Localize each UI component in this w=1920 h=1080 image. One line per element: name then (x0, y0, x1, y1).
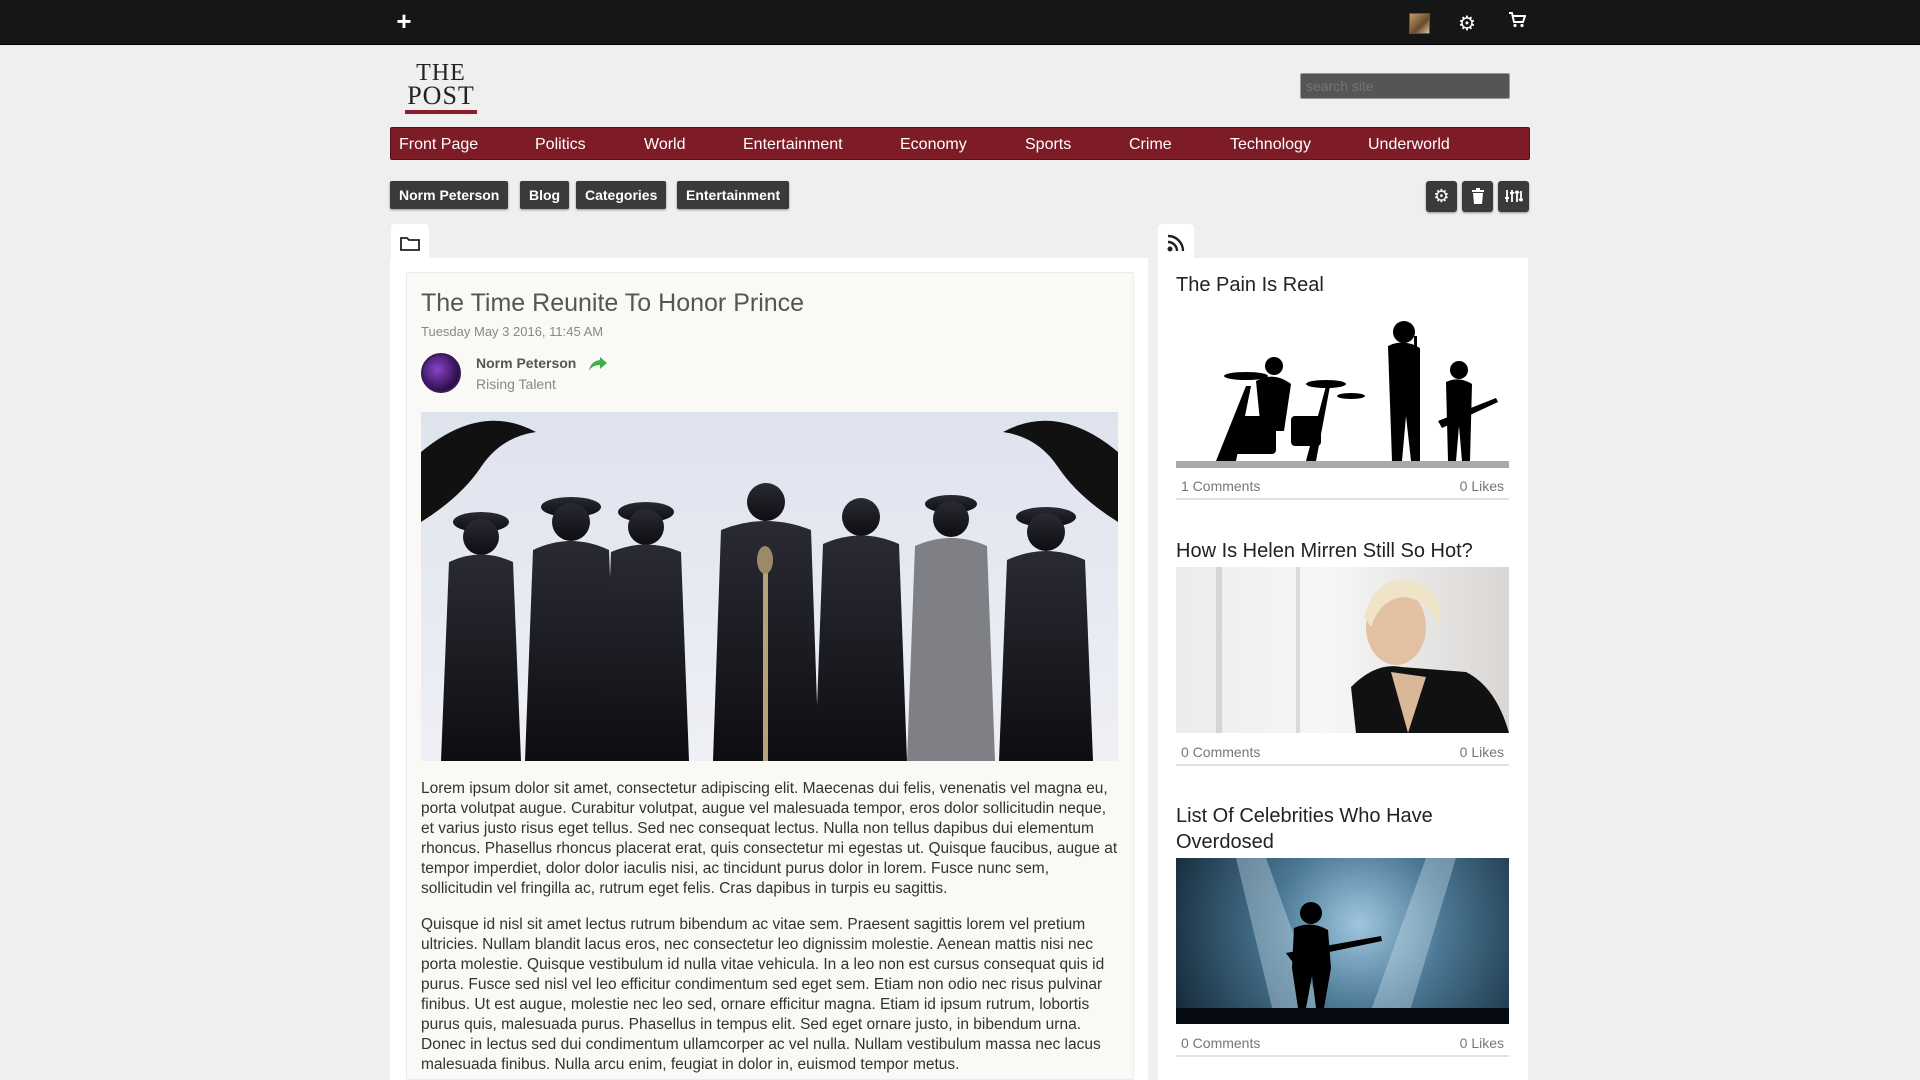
breadcrumb-blog[interactable]: Blog (520, 181, 570, 209)
nav-item-entertainment[interactable]: Entertainment (743, 136, 843, 154)
feed-tab[interactable] (1158, 224, 1194, 260)
site-logo[interactable]: THE POST (405, 61, 477, 114)
likes-count[interactable]: 0 Likes (1460, 744, 1504, 760)
sidebar-item-meta: 1 Comments 0 Likes (1176, 478, 1509, 500)
article-paragraph: Lorem ipsum dolor sit amet, consectetur … (421, 780, 1118, 897)
sidebar-item-image[interactable] (1176, 306, 1509, 468)
sidebar-item-title[interactable]: How Is Helen Mirren Still So Hot? (1176, 538, 1506, 564)
user-avatar[interactable] (1409, 13, 1430, 34)
sidebar-item-image[interactable] (1176, 567, 1509, 733)
search-input[interactable] (1300, 73, 1510, 99)
comments-count[interactable]: 0 Comments (1181, 1035, 1260, 1051)
author-name[interactable]: Norm Peterson (476, 355, 576, 371)
nav-item-economy[interactable]: Economy (900, 136, 967, 154)
logo-underline (405, 110, 477, 114)
article-title: The Time Reunite To Honor Prince (421, 289, 805, 317)
likes-count[interactable]: 0 Likes (1460, 478, 1504, 494)
folder-icon (400, 237, 420, 251)
share-icon[interactable] (588, 356, 608, 377)
rss-icon (1167, 234, 1185, 252)
articles-tab[interactable] (391, 224, 429, 260)
breadcrumb-norm-peterson[interactable]: Norm Peterson (390, 181, 509, 209)
top-bar: + ⚙ (0, 0, 1920, 45)
sidebar-item-image[interactable] (1176, 858, 1509, 1024)
sidebar-item-title[interactable]: The Pain Is Real (1176, 272, 1506, 298)
likes-count[interactable]: 0 Likes (1460, 1035, 1504, 1051)
sort-icon[interactable] (1498, 181, 1529, 212)
nav-item-sports[interactable]: Sports (1025, 136, 1071, 154)
plus-icon[interactable]: + (392, 8, 416, 34)
comments-count[interactable]: 1 Comments (1181, 478, 1260, 494)
sidebar-item-meta: 0 Comments 0 Likes (1176, 1035, 1509, 1057)
author-avatar[interactable] (421, 353, 461, 393)
gear-icon[interactable]: ⚙ (1458, 11, 1476, 36)
breadcrumb-entertainment[interactable]: Entertainment (677, 181, 790, 209)
sidebar-item-title[interactable]: List Of Celebrities Who Have Overdosed (1176, 803, 1506, 855)
logo-line2: POST (407, 81, 475, 110)
article-hero-image (421, 412, 1118, 761)
sidebar-item-meta: 0 Comments 0 Likes (1176, 744, 1509, 766)
nav-item-underworld[interactable]: Underworld (1368, 136, 1450, 154)
cart-icon[interactable] (1508, 12, 1527, 33)
article-date: Tuesday May 3 2016, 11:45 AM (421, 324, 604, 339)
nav-item-technology[interactable]: Technology (1230, 136, 1311, 154)
article-paragraph: Quisque id nisl sit amet lectus rutrum b… (421, 916, 1105, 1073)
breadcrumb-categories[interactable]: Categories (576, 181, 667, 209)
nav-item-world[interactable]: World (644, 136, 686, 154)
trash-icon[interactable] (1462, 181, 1493, 212)
comments-count[interactable]: 0 Comments (1181, 744, 1260, 760)
main-nav: Front Page Politics World Entertainment … (390, 127, 1530, 160)
nav-item-front-page[interactable]: Front Page (399, 136, 478, 154)
gear-icon[interactable]: ⚙ (1426, 181, 1457, 212)
nav-item-politics[interactable]: Politics (535, 136, 586, 154)
author-role: Rising Talent (476, 376, 556, 392)
nav-item-crime[interactable]: Crime (1129, 136, 1172, 154)
